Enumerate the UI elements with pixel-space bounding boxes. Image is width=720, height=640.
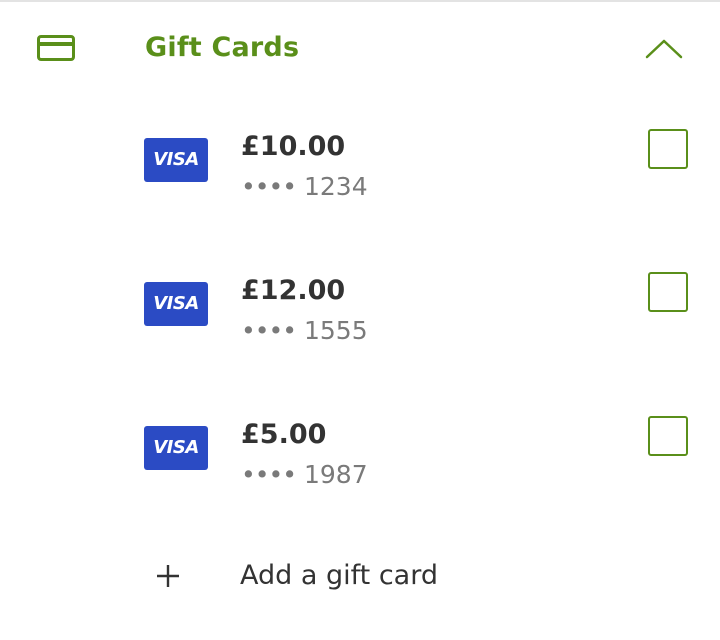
credit-card-icon <box>37 35 75 61</box>
masked-digits: •••• <box>241 172 297 201</box>
gift-card-row[interactable]: VISA £12.00 •••• 1555 <box>0 264 720 374</box>
gift-card-number: •••• 1555 <box>241 315 368 347</box>
visa-logo: VISA <box>144 282 208 326</box>
add-gift-card-button[interactable]: Add a gift card <box>0 548 720 608</box>
gift-card-row[interactable]: VISA £10.00 •••• 1234 <box>0 120 720 230</box>
gift-card-number: •••• 1987 <box>241 459 368 491</box>
gift-card-row[interactable]: VISA £5.00 •••• 1987 <box>0 408 720 518</box>
gift-card-amount: £12.00 <box>241 275 346 306</box>
masked-digits: •••• <box>241 316 297 345</box>
last-four-digits: 1234 <box>303 172 368 201</box>
gift-card-amount: £5.00 <box>241 419 327 450</box>
plus-icon <box>157 565 179 587</box>
section-title: Gift Cards <box>145 32 300 63</box>
last-four-digits: 1987 <box>303 460 368 489</box>
last-four-digits: 1555 <box>303 316 368 345</box>
gift-card-checkbox[interactable] <box>648 272 688 312</box>
gift-card-number: •••• 1234 <box>241 171 368 203</box>
gift-card-checkbox[interactable] <box>648 416 688 456</box>
gift-card-checkbox[interactable] <box>648 129 688 169</box>
add-gift-card-label: Add a gift card <box>240 560 438 591</box>
gift-cards-section-header[interactable]: Gift Cards <box>0 2 720 92</box>
chevron-up-icon[interactable] <box>644 38 684 60</box>
masked-digits: •••• <box>241 460 297 489</box>
visa-logo: VISA <box>144 426 208 470</box>
gift-card-amount: £10.00 <box>241 131 346 162</box>
visa-logo: VISA <box>144 138 208 182</box>
